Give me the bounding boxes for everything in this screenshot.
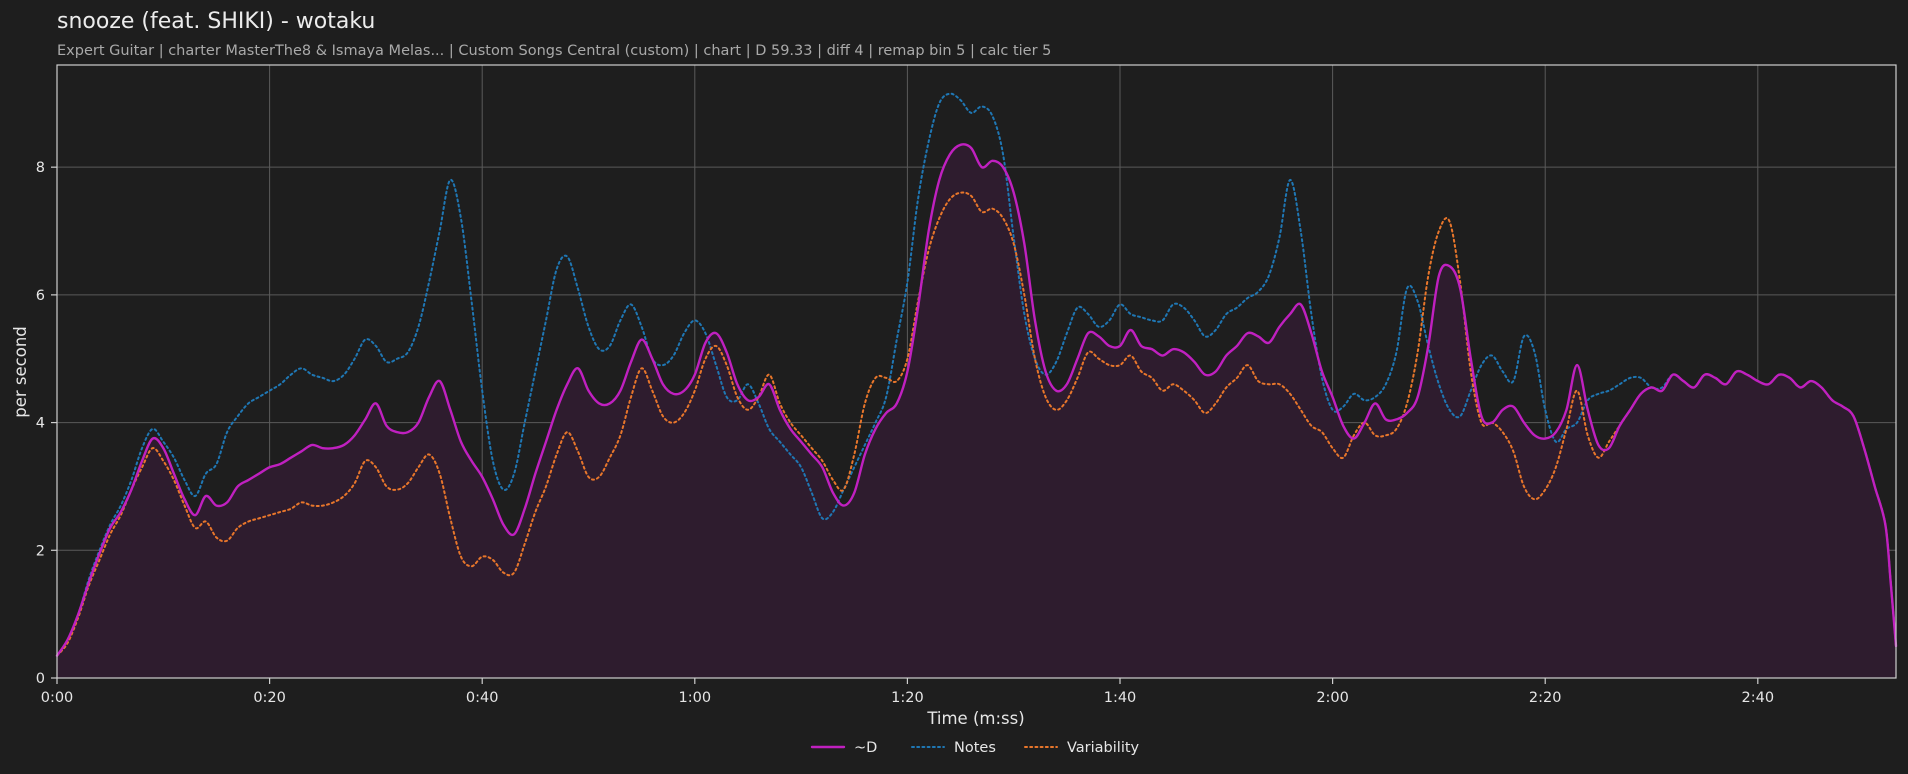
chart-root: snooze (feat. SHIKI) - wotaku Expert Gui… (0, 0, 1908, 774)
x-tick-label: 2:00 (1316, 690, 1349, 706)
legend-label: Notes (954, 740, 996, 756)
chart-subtitle: Expert Guitar | charter MasterThe8 & Ism… (57, 43, 1051, 59)
y-axis-label: per second (11, 326, 30, 418)
x-tick-label: 1:00 (679, 690, 712, 706)
x-axis-label: Time (m:ss) (926, 709, 1024, 728)
y-tick-label: 2 (36, 543, 45, 559)
y-tick-label: 6 (36, 288, 45, 304)
x-tick-label: 2:20 (1529, 690, 1562, 706)
chart-title: snooze (feat. SHIKI) - wotaku (57, 9, 375, 34)
y-axis-ticks: 0 2 4 6 8 (36, 160, 57, 687)
plot-area (55, 64, 1898, 679)
x-tick-label: 2:40 (1742, 690, 1775, 706)
x-tick-label: 1:20 (891, 690, 924, 706)
legend-label: ~D (854, 740, 877, 756)
x-tick-label: 0:40 (466, 690, 499, 706)
x-tick-label: 1:40 (1104, 690, 1137, 706)
y-tick-label: 8 (36, 160, 45, 176)
x-tick-label: 0:00 (41, 690, 74, 706)
y-tick-label: 0 (36, 671, 45, 687)
chart-svg: snooze (feat. SHIKI) - wotaku Expert Gui… (11, 9, 1898, 756)
legend: ~D Notes Variability (810, 740, 1140, 756)
x-tick-label: 0:20 (253, 690, 286, 706)
y-tick-label: 4 (36, 416, 45, 432)
legend-label: Variability (1067, 740, 1140, 756)
x-axis-ticks: 0:00 0:20 0:40 1:00 1:20 1:40 2:00 2:20 2:40 (41, 678, 1774, 706)
